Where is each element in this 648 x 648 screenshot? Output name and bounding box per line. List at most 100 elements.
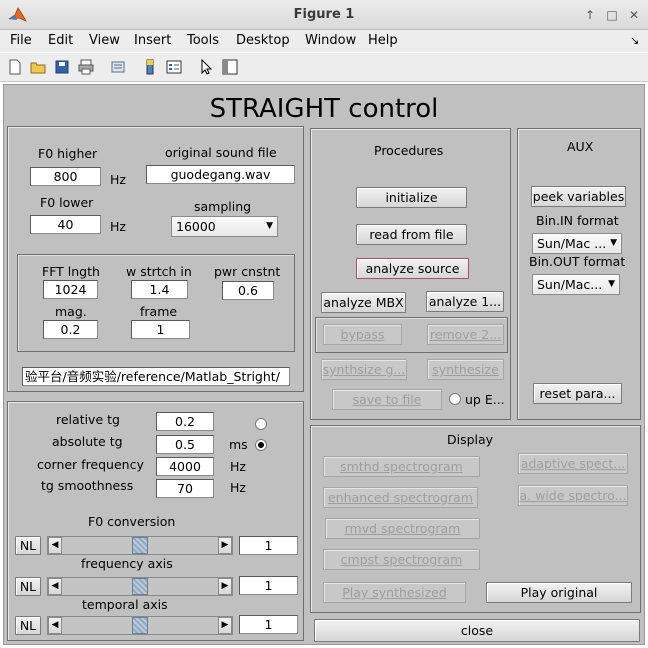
analyze-mbx-button[interactable]: analyze MBX: [321, 292, 406, 313]
initialize-button[interactable]: initialize: [356, 187, 467, 208]
bypass-button[interactable]: bypass: [323, 324, 402, 345]
absolute-tg-input[interactable]: 0.5: [156, 435, 214, 454]
corner-frequency-input[interactable]: 4000: [156, 457, 214, 476]
sound-file-input[interactable]: guodegang.wav: [146, 165, 295, 184]
window-title: Figure 1: [293, 7, 355, 22]
property-editor-icon[interactable]: [221, 58, 239, 76]
insert-colorbar-icon[interactable]: [141, 58, 159, 76]
synthsize-g-button[interactable]: synthsize g...: [321, 359, 407, 380]
menu-file[interactable]: File: [10, 33, 32, 48]
slider-right-arrow-icon[interactable]: ▶: [218, 537, 232, 554]
mag-input[interactable]: 0.2: [43, 320, 98, 339]
ms-unit-label: ms: [229, 437, 248, 452]
reset-parameters-button[interactable]: reset para...: [533, 383, 622, 404]
slider-left-arrow-icon[interactable]: ◀: [48, 578, 62, 595]
frequency-axis-input[interactable]: 1: [239, 576, 298, 595]
slider-thumb[interactable]: [132, 617, 148, 634]
menu-tools[interactable]: Tools: [187, 33, 219, 48]
fft-length-label: FFT lngth: [42, 264, 100, 279]
dock-arrow-icon[interactable]: ↘: [630, 34, 639, 47]
frequency-axis-label: frequency axis: [81, 556, 173, 571]
link-icon[interactable]: [109, 58, 127, 76]
play-original-button[interactable]: Play original: [486, 582, 632, 603]
composite-spectrogram-button[interactable]: cmpst spectrogram: [323, 549, 480, 570]
relative-tg-input[interactable]: 0.2: [156, 412, 214, 431]
absolute-tg-radio[interactable]: [255, 439, 267, 451]
analyze-1-button[interactable]: analyze 1...: [426, 291, 504, 312]
menu-help[interactable]: Help: [368, 33, 398, 48]
up-e-label: up E...: [465, 392, 505, 407]
menu-insert[interactable]: Insert: [134, 33, 171, 48]
save-icon[interactable]: [53, 58, 71, 76]
corner-frequency-label: corner frequency: [37, 457, 144, 472]
synthesize-button[interactable]: synthesize: [427, 359, 504, 380]
sampling-label: sampling: [194, 199, 252, 214]
wide-spectrogram-button[interactable]: a. wide spectro...: [518, 485, 628, 506]
maximize-icon[interactable]: □: [604, 7, 620, 23]
nl-button-temporal[interactable]: NL: [15, 616, 41, 635]
smoothed-spectrogram-button[interactable]: smthd spectrogram: [323, 456, 480, 477]
display-title: Display: [447, 432, 494, 447]
slider-left-arrow-icon[interactable]: ◀: [48, 537, 62, 554]
sampling-select[interactable]: 16000 ▼: [171, 216, 278, 237]
peek-variables-button[interactable]: peek variables: [531, 186, 626, 207]
menu-desktop[interactable]: Desktop: [236, 33, 290, 48]
bin-out-select[interactable]: Sun/Mac... ▼: [532, 274, 620, 295]
tg-smoothness-label: tg smoothness: [41, 478, 134, 493]
window-stretch-input[interactable]: 1.4: [131, 280, 188, 299]
read-from-file-button[interactable]: read from file: [356, 224, 467, 245]
nl-button-f0[interactable]: NL: [15, 536, 41, 555]
analyze-source-button[interactable]: analyze source: [356, 258, 469, 279]
f0-conversion-label: F0 conversion: [88, 514, 176, 529]
play-synthesized-button[interactable]: Play synthesized: [323, 582, 466, 603]
slider-right-arrow-icon[interactable]: ▶: [218, 578, 232, 595]
bin-in-select[interactable]: Sun/Mac ... ▼: [532, 233, 622, 254]
tg-smoothness-input[interactable]: 70: [156, 479, 214, 498]
remove-2-button[interactable]: remove 2...: [427, 324, 504, 345]
up-e-radio[interactable]: [449, 393, 461, 405]
minimize-icon[interactable]: ↑: [582, 7, 598, 23]
slider-thumb[interactable]: [132, 537, 148, 554]
menu-edit[interactable]: Edit: [48, 33, 73, 48]
power-constant-input[interactable]: 0.6: [222, 281, 274, 300]
pointer-icon[interactable]: [197, 58, 215, 76]
open-file-icon[interactable]: [29, 58, 47, 76]
path-input[interactable]: 验平台/音频实验/reference/Matlab_Stright/: [22, 367, 290, 386]
save-to-file-button[interactable]: save to file: [332, 389, 442, 410]
f0-conversion-slider[interactable]: ◀ ▶: [47, 536, 233, 555]
toolbar: [0, 53, 648, 82]
hz-unit-label: Hz: [230, 459, 246, 474]
frame-input[interactable]: 1: [131, 320, 190, 339]
new-figure-icon[interactable]: [6, 58, 24, 76]
insert-legend-icon[interactable]: [165, 58, 183, 76]
relative-tg-radio[interactable]: [255, 418, 267, 430]
f0-lower-input[interactable]: 40: [30, 215, 101, 234]
f0-higher-input[interactable]: 800: [30, 167, 101, 186]
close-button[interactable]: close: [314, 619, 640, 642]
menu-window[interactable]: Window: [305, 33, 356, 48]
chevron-down-icon: ▼: [610, 238, 617, 248]
chevron-down-icon: ▼: [266, 221, 273, 231]
frequency-axis-slider[interactable]: ◀ ▶: [47, 577, 233, 596]
slider-thumb[interactable]: [132, 578, 148, 595]
slider-right-arrow-icon[interactable]: ▶: [218, 617, 232, 634]
temporal-axis-input[interactable]: 1: [239, 615, 298, 634]
relative-tg-label: relative tg: [56, 412, 120, 427]
f0-conversion-input[interactable]: 1: [239, 536, 298, 555]
close-window-icon[interactable]: ✕: [626, 7, 642, 23]
f0-lower-label: F0 lower: [40, 195, 94, 210]
temporal-axis-label: temporal axis: [82, 597, 168, 612]
window-stretch-label: w strtch in: [126, 264, 192, 279]
absolute-tg-label: absolute tg: [52, 434, 123, 449]
nl-button-frequency[interactable]: NL: [15, 577, 41, 596]
hz-unit-label: Hz: [230, 480, 246, 495]
menu-view[interactable]: View: [89, 33, 120, 48]
adaptive-spectrogram-button[interactable]: adaptive spect...: [518, 453, 628, 474]
enhanced-spectrogram-button[interactable]: enhanced spectrogram: [323, 487, 478, 508]
fft-length-input[interactable]: 1024: [43, 280, 98, 299]
slider-left-arrow-icon[interactable]: ◀: [48, 617, 62, 634]
print-icon[interactable]: [77, 58, 95, 76]
temporal-axis-slider[interactable]: ◀ ▶: [47, 616, 233, 635]
removed-spectrogram-button[interactable]: rmvd spectrogram: [325, 518, 480, 539]
aux-title: AUX: [567, 139, 594, 154]
